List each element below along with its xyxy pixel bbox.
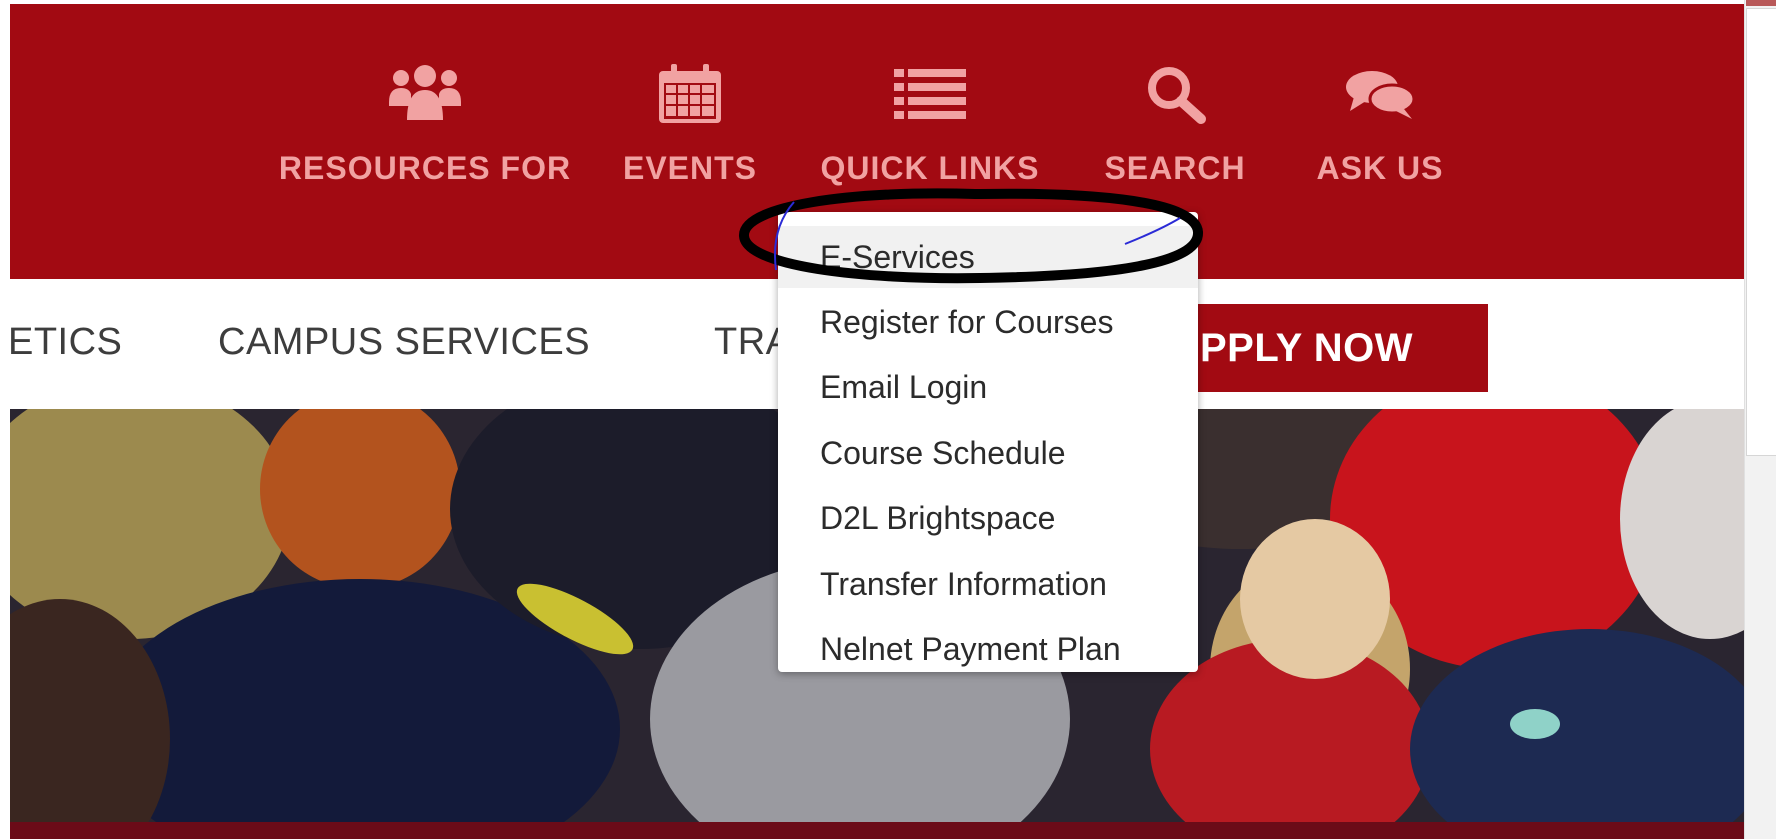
nav-link-athletics[interactable]: ETICS — [8, 321, 122, 364]
scrollbar-top — [1746, 0, 1776, 6]
menu-item-email-login[interactable]: Email Login — [778, 356, 1198, 418]
resources-for-label: RESOURCES FOR — [278, 150, 572, 186]
quick-links-dropdown: E-Services Register for Courses Email Lo… — [778, 212, 1198, 672]
scrollbar-thumb[interactable] — [1746, 8, 1776, 456]
search-icon — [1135, 60, 1215, 128]
nav-link-campus-services[interactable]: CAMPUS SERVICES — [218, 321, 590, 364]
list-icon — [890, 60, 970, 128]
quick-links-button[interactable]: QUICK LINKS — [810, 60, 1050, 190]
events-label: EVENTS — [622, 150, 758, 186]
menu-item-e-services[interactable]: E-Services — [778, 226, 1198, 288]
search-label: SEARCH — [1104, 150, 1246, 186]
resources-for-button[interactable]: RESOURCES FOR — [275, 60, 575, 190]
ask-us-button[interactable]: ASK US — [1290, 60, 1470, 190]
menu-item-nelnet-payment-plan[interactable]: Nelnet Payment Plan — [778, 618, 1198, 680]
search-button[interactable]: SEARCH — [1085, 60, 1265, 190]
calendar-icon — [650, 60, 730, 128]
events-button[interactable]: EVENTS — [610, 60, 770, 190]
hero-shape — [260, 409, 460, 589]
menu-item-transfer-information[interactable]: Transfer Information — [778, 553, 1198, 615]
menu-item-register-for-courses[interactable]: Register for Courses — [778, 291, 1198, 353]
menu-item-course-schedule[interactable]: Course Schedule — [778, 422, 1198, 484]
apply-now-button[interactable]: PPLY NOW — [1170, 304, 1488, 392]
menu-item-d2l-brightspace[interactable]: D2L Brightspace — [778, 487, 1198, 549]
hero-bottom-band — [10, 822, 1744, 839]
ask-us-label: ASK US — [1316, 150, 1444, 186]
page: RESOURCES FOR EVENTS QUICK LINKS SEARCH … — [0, 0, 1776, 839]
users-icon — [385, 60, 465, 128]
chat-icon — [1340, 60, 1420, 128]
quick-links-label: QUICK LINKS — [820, 150, 1040, 186]
hero-shape — [1240, 519, 1390, 679]
hero-shape — [1510, 709, 1560, 739]
hero-shape — [1620, 409, 1744, 639]
